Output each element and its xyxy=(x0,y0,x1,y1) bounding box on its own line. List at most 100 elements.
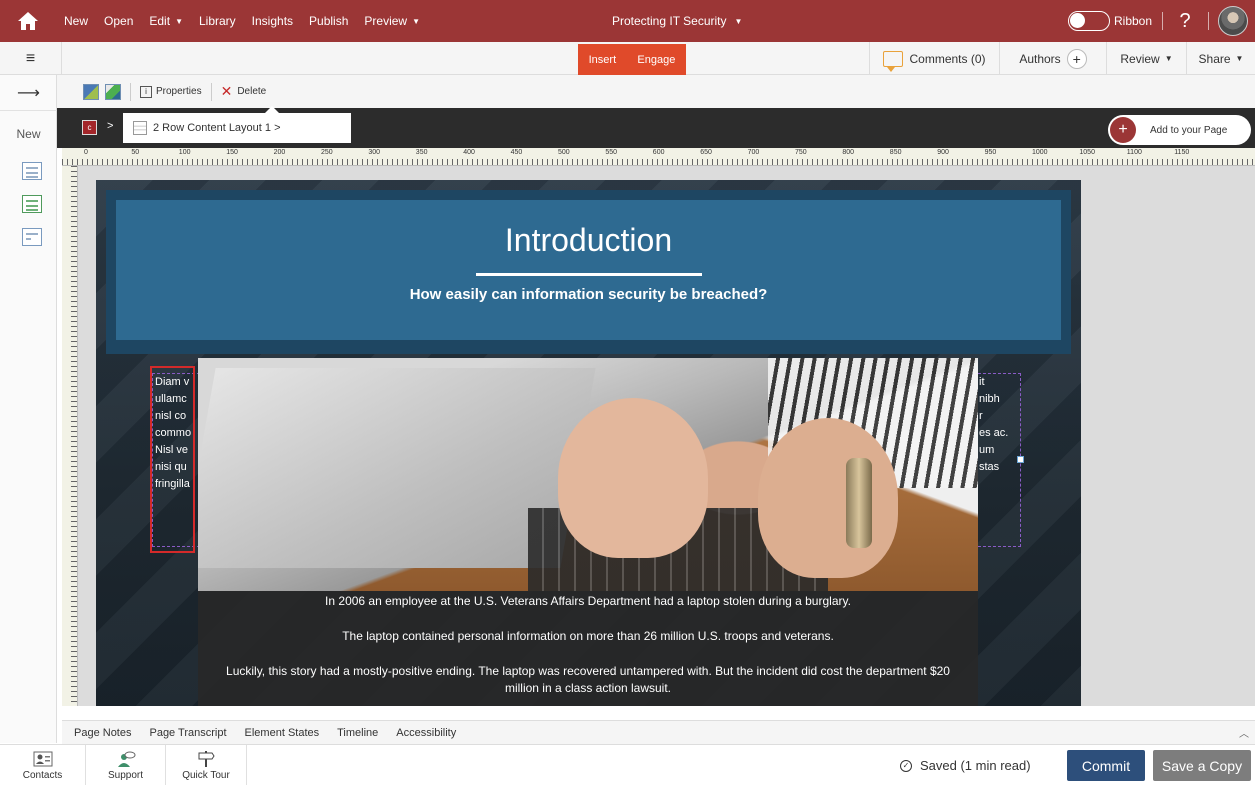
title-banner-inner: Introduction How easily can information … xyxy=(116,200,1061,340)
page-subtitle[interactable]: How easily can information security be b… xyxy=(116,286,1061,303)
vertical-ruler xyxy=(62,166,78,706)
caption-line: In 2006 an employee at the U.S. Veterans… xyxy=(325,594,851,608)
properties-icon: i xyxy=(140,85,152,98)
image-icon[interactable] xyxy=(105,83,121,100)
nav-item-new[interactable]: New xyxy=(56,0,96,42)
share-menu[interactable]: Share ▼ xyxy=(1186,42,1255,75)
ruler-label: 650 xyxy=(700,149,712,156)
comments-label: Comments (0) xyxy=(909,51,986,66)
nav-item-edit[interactable]: Edit ▼ xyxy=(141,0,191,42)
add-author-icon[interactable]: + xyxy=(1066,48,1087,69)
delete-button[interactable]: ✕ Delete xyxy=(221,83,267,100)
review-menu[interactable]: Review ▼ xyxy=(1106,42,1186,75)
arrow-right-icon[interactable]: ⟶ xyxy=(0,75,57,111)
avatar[interactable] xyxy=(1218,6,1248,36)
ruler-label: 550 xyxy=(605,149,618,156)
tab-timeline[interactable]: Timeline xyxy=(325,727,384,739)
add-to-page-button[interactable]: + Add to your Page xyxy=(1108,115,1251,145)
properties-button[interactable]: i Properties xyxy=(140,85,202,98)
delete-label: Delete xyxy=(237,86,267,97)
tab-accessibility[interactable]: Accessibility xyxy=(384,727,462,739)
commit-button[interactable]: Commit xyxy=(1067,750,1145,781)
element-toolbar: i Properties ✕ Delete xyxy=(57,75,1255,108)
ruler-label: 0 xyxy=(84,149,88,156)
hamburger-menu-icon[interactable]: ≡ xyxy=(0,42,62,75)
title-banner[interactable]: Introduction How easily can information … xyxy=(106,190,1071,354)
chevron-down-icon: ▼ xyxy=(1164,54,1173,63)
top-bar: New Open Edit ▼ Library Insights Publish Previe… xyxy=(0,0,1255,42)
nav-item-label: Preview xyxy=(364,14,408,28)
laptop-photo[interactable] xyxy=(198,358,978,591)
breadcrumb-item-label: 2 Row Content Layout 1 > xyxy=(153,122,281,134)
ruler-label: 1150 xyxy=(1174,149,1190,156)
tab-element-states[interactable]: Element States xyxy=(233,727,326,739)
nav-item-publish[interactable]: Publish xyxy=(301,0,356,42)
home-icon xyxy=(18,12,38,30)
bottom-tabs: Page Notes Page Transcript Element States T… xyxy=(62,720,1255,744)
authors-button[interactable]: Authors + xyxy=(999,42,1106,75)
signpost-icon xyxy=(198,750,215,767)
add-to-page-label: Add to your Page xyxy=(1150,124,1228,136)
ruler-label: 900 xyxy=(937,149,949,156)
chevron-up-icon[interactable]: ︿ xyxy=(1239,725,1249,740)
contacts-label: Contacts xyxy=(22,769,63,781)
main-nav: New Open Edit ▼ Library Insights Publish Previe… xyxy=(56,0,428,42)
search-page-icon[interactable] xyxy=(22,228,42,246)
ruler-label: 850 xyxy=(889,149,902,156)
ruler-label: 100 xyxy=(178,149,191,156)
save-status-label: Saved (1 min read) xyxy=(920,758,1031,773)
nav-item-label: Edit xyxy=(149,14,171,28)
divider xyxy=(1162,12,1163,30)
plus-icon: + xyxy=(1110,117,1136,143)
ruler-label: 950 xyxy=(984,149,997,156)
left-rail: ⟶ New xyxy=(0,75,57,743)
course-root-icon[interactable]: c xyxy=(82,120,97,135)
ruler-label: 800 xyxy=(842,149,855,156)
breadcrumb-item-layout[interactable]: 2 Row Content Layout 1 > xyxy=(123,106,351,143)
selection-outline[interactable] xyxy=(150,366,195,553)
page-title[interactable]: Introduction xyxy=(116,222,1061,259)
breadcrumb: c > 2 Row Content Layout 1 > + Add to yo… xyxy=(57,106,1255,148)
nav-item-label: Insights xyxy=(251,14,294,28)
photo-caption[interactable]: In 2006 an employee at the U.S. Veterans… xyxy=(198,591,978,706)
ruler-label: 250 xyxy=(321,149,333,156)
page-layout-icon[interactable] xyxy=(22,162,42,180)
check-circle-icon: ✓ xyxy=(900,759,912,772)
quick-tour-label: Quick Tour xyxy=(182,769,230,781)
body-text-line: it xyxy=(979,376,985,388)
course-title-menu[interactable]: Protecting IT Security ▼ xyxy=(612,0,742,42)
ribbon-label: Ribbon xyxy=(1114,14,1153,28)
support-icon xyxy=(117,751,135,767)
rail-new-label: New xyxy=(16,127,41,141)
chevron-down-icon: ▼ xyxy=(1235,54,1244,63)
nav-item-preview[interactable]: Preview ▼ xyxy=(356,0,428,42)
caption-line: Luckily, this story had a mostly-positiv… xyxy=(226,664,950,695)
support-label: Support xyxy=(107,769,144,781)
support-button[interactable]: Support xyxy=(86,745,166,785)
quick-tour-button[interactable]: Quick Tour xyxy=(166,745,247,785)
question-page-icon[interactable] xyxy=(22,195,42,213)
nav-item-insights[interactable]: Insights xyxy=(244,0,301,42)
nav-item-library[interactable]: Library xyxy=(191,0,244,42)
resize-handle[interactable] xyxy=(1017,456,1024,463)
insert-engage-group: Insert Engage xyxy=(578,44,686,75)
tab-page-transcript[interactable]: Page Transcript xyxy=(137,727,232,739)
review-label: Review xyxy=(1120,51,1160,66)
chevron-down-icon: ▼ xyxy=(175,16,183,26)
caption-line: The laptop contained personal informatio… xyxy=(342,629,834,643)
ribbon-toggle[interactable] xyxy=(1068,11,1110,31)
ribbon-bar: ≡ Insert Engage Comments (0) Authors + R… xyxy=(0,42,1255,75)
nav-item-open[interactable]: Open xyxy=(96,0,141,42)
engage-tab[interactable]: Engage xyxy=(637,54,675,66)
ruler-label: 200 xyxy=(273,149,286,156)
slide-stage[interactable]: Introduction How easily can information … xyxy=(96,180,1081,706)
background-image-icon[interactable] xyxy=(83,83,99,100)
ruler-label: 1050 xyxy=(1079,149,1095,156)
tab-page-notes[interactable]: Page Notes xyxy=(62,727,137,739)
contacts-button[interactable]: Contacts xyxy=(0,745,86,785)
help-button[interactable]: ? xyxy=(1170,0,1200,42)
save-copy-button[interactable]: Save a Copy xyxy=(1153,750,1251,781)
home-button[interactable] xyxy=(0,0,56,42)
insert-tab[interactable]: Insert xyxy=(589,54,617,66)
comments-button[interactable]: Comments (0) xyxy=(869,42,999,75)
